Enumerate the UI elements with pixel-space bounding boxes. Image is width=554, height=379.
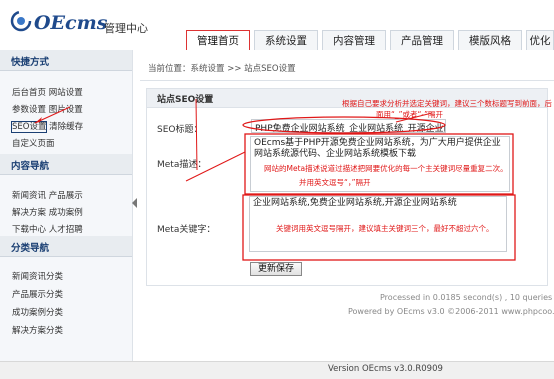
- annotation-ellipse: [242, 116, 446, 134]
- annotation-kw-box: [242, 194, 516, 261]
- footer-powered: Powered by OEcms v3.0 ©2006-2011 www.php…: [348, 307, 554, 316]
- version-text: Version OEcms v3.0.R0909: [328, 364, 443, 374]
- annotation-arrow-vert: [195, 98, 198, 171]
- annotation-overlay: [34, 98, 516, 261]
- annotation-arrow-desc: [185, 151, 246, 182]
- footer-stats: Processed in 0.0185 second(s) , 10 queri…: [380, 293, 553, 302]
- bottom-bar: [0, 361, 554, 379]
- annotation-desc-box: [244, 133, 514, 195]
